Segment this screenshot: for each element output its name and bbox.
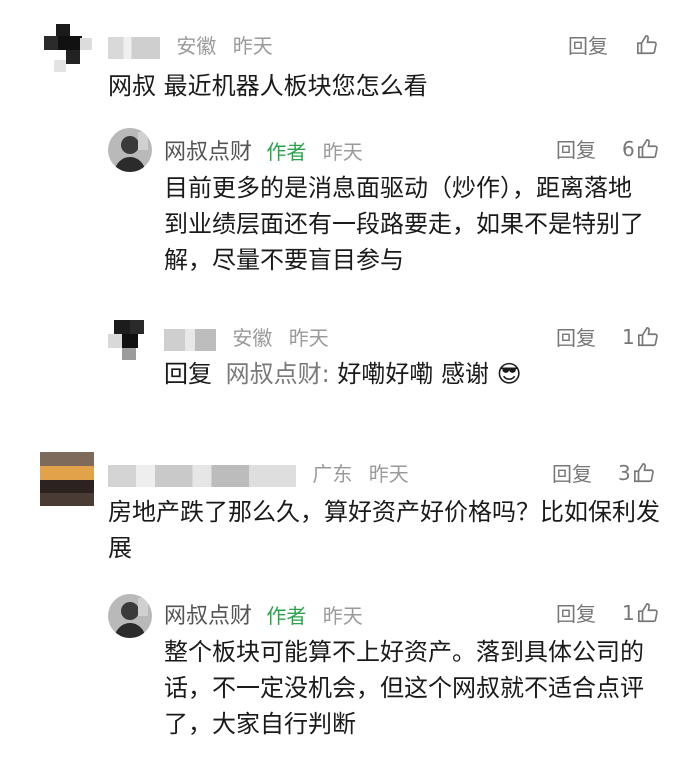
avatar[interactable] (40, 452, 94, 506)
location: 安徽 (176, 34, 217, 58)
mention-author[interactable]: 网叔点财: (226, 360, 330, 388)
thumbs-up-icon[interactable] (637, 326, 659, 348)
location: 广东 (312, 462, 353, 486)
like-count: 3 (618, 460, 631, 485)
reply-text: 回复 网叔点财: 好嘞好嘞 感谢 😎 (164, 356, 654, 392)
blurred-username (108, 36, 160, 59)
time: 昨天 (322, 604, 363, 628)
comment-text: 网叔 最近机器人板块您怎么看 (108, 72, 428, 100)
like-count: 1 (622, 324, 635, 349)
blurred-username (164, 328, 216, 351)
time: 昨天 (368, 462, 409, 486)
blurred-username (108, 464, 296, 487)
reply-button[interactable]: 回复 (552, 458, 592, 487)
thumbs-up-icon[interactable] (633, 462, 655, 484)
time: 昨天 (288, 326, 329, 350)
author-badge: 作者 (266, 604, 307, 628)
reply-button[interactable]: 回复 (556, 322, 596, 351)
reply-message: 好嘞好嘞 感谢 (337, 360, 490, 388)
like-count: 1 (622, 600, 635, 625)
reply-meta: 网叔点财 作者 昨天 (164, 598, 363, 630)
comment-actions: 回复 3 (552, 458, 655, 487)
reply-text: 目前更多的是消息面驱动（炒作），距离落地到业绩层面还有一段路要走，如果不是特别了… (164, 174, 644, 274)
comment-meta: 安徽 昨天 (108, 30, 273, 59)
reply-button[interactable]: 回复 (556, 598, 596, 627)
author-name[interactable]: 网叔点财 (164, 140, 252, 165)
thumbs-up-icon[interactable] (636, 34, 658, 56)
author-avatar[interactable] (108, 128, 152, 172)
sunglasses-emoji-icon: 😎 (496, 360, 522, 388)
location: 安徽 (232, 326, 273, 350)
comment-text: 房地产跌了那么久，算好资产好价格吗？比如保利发展 (108, 498, 660, 562)
reply-text: 整个板块可能算不上好资产。落到具体公司的话，不一定没机会，但这个网叔就不适合点评… (164, 638, 644, 738)
reply-actions: 回复 1 (556, 598, 659, 627)
reply-button[interactable]: 回复 (556, 134, 596, 163)
author-avatar[interactable] (108, 594, 152, 638)
thumbs-up-icon[interactable] (637, 602, 659, 624)
reply-meta: 安徽 昨天 (164, 322, 329, 351)
reply-meta: 网叔点财 作者 昨天 (164, 134, 363, 166)
reply-prefix: 回复 (164, 360, 212, 388)
reply-actions: 回复 1 (556, 322, 659, 351)
like-count: 6 (622, 136, 635, 161)
avatar[interactable] (44, 24, 94, 74)
thumbs-up-icon[interactable] (637, 138, 659, 160)
time: 昨天 (232, 34, 273, 58)
time: 昨天 (322, 140, 363, 164)
reply-actions: 回复 6 (556, 134, 659, 163)
comment-meta: 广东 昨天 (108, 458, 409, 487)
reply-button[interactable]: 回复 (568, 30, 608, 59)
author-badge: 作者 (266, 140, 307, 164)
comment-actions: 回复 (568, 30, 658, 59)
author-name[interactable]: 网叔点财 (164, 604, 252, 629)
avatar[interactable] (108, 318, 152, 362)
